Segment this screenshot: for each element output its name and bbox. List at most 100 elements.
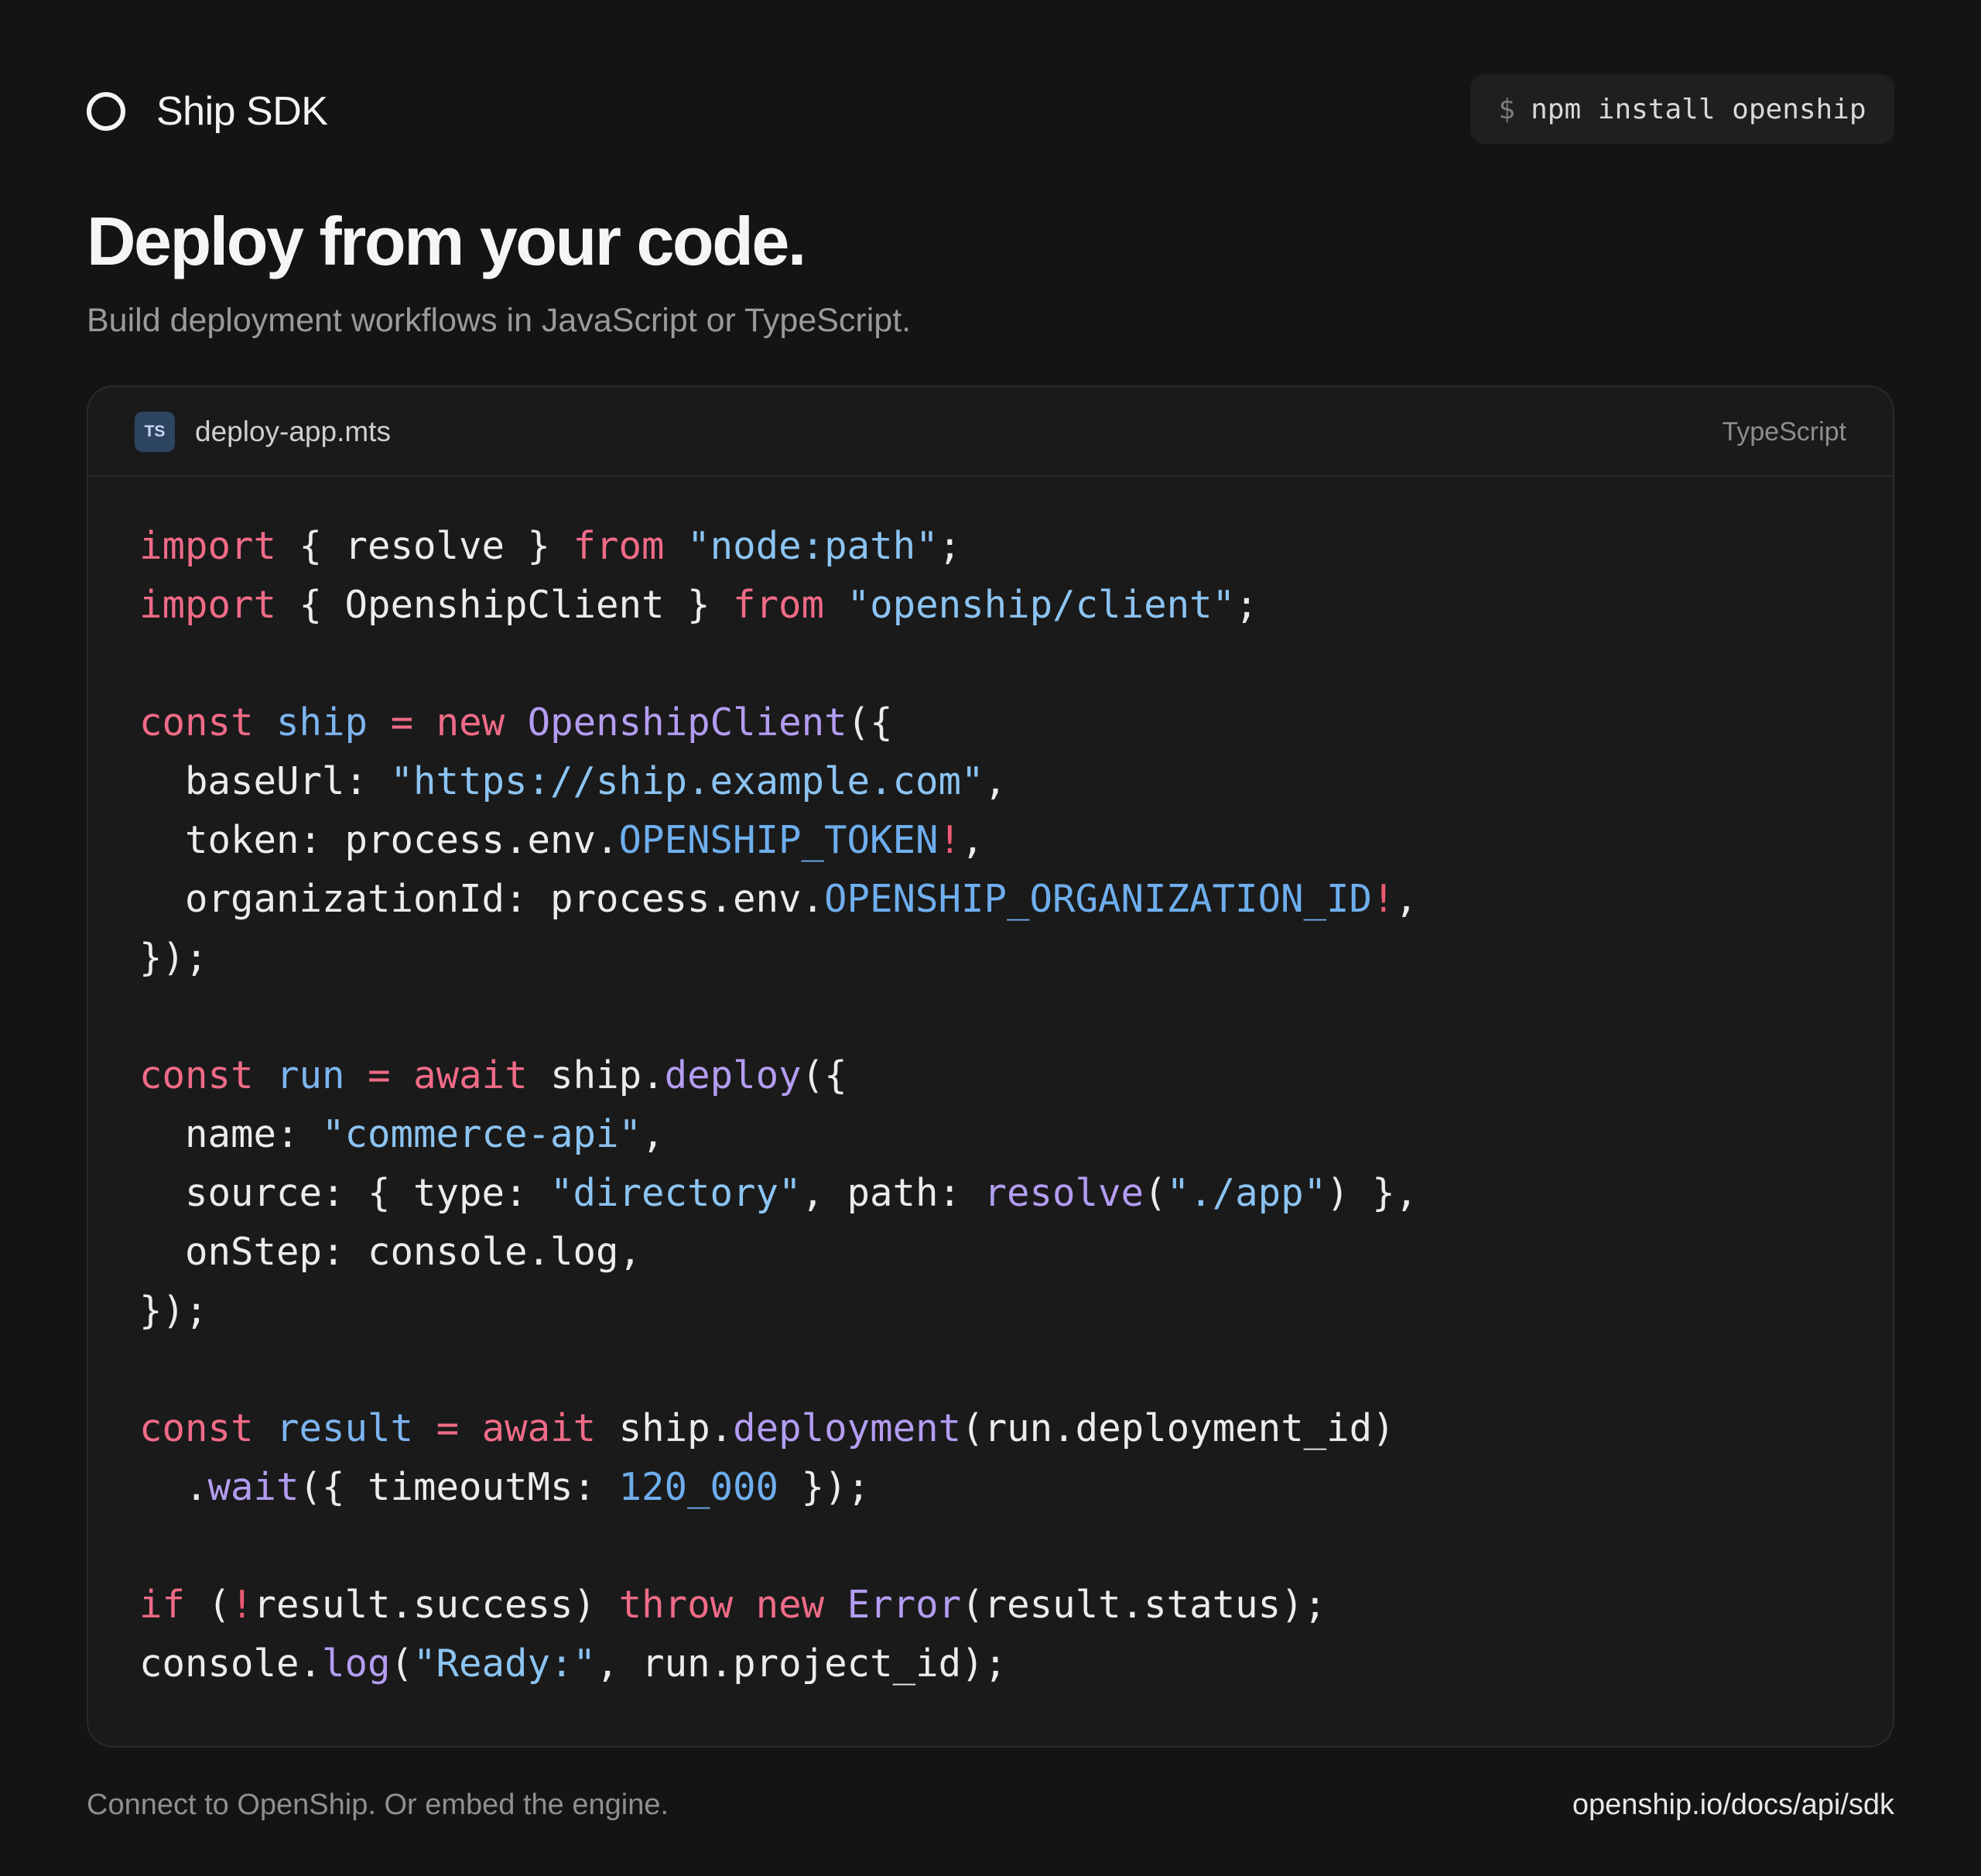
code-token: name: bbox=[139, 1112, 323, 1156]
code-token: }); bbox=[139, 936, 208, 980]
code-token: run bbox=[276, 1053, 345, 1097]
code-line: organizationId: process.env.OPENSHIP_ORG… bbox=[139, 870, 1418, 929]
code-token: "openship/client" bbox=[847, 583, 1236, 627]
code-token: "directory" bbox=[550, 1171, 802, 1215]
code-line: name: "commerce-api", bbox=[139, 1105, 1418, 1164]
code-block: import { resolve } from "node:path"; impo… bbox=[139, 517, 1418, 1693]
code-token: organizationId: process.env. bbox=[139, 877, 825, 921]
install-command: npm install openship bbox=[1531, 93, 1866, 125]
code-token: if bbox=[139, 1583, 186, 1627]
page-subtitle: Build deployment workflows in JavaScript… bbox=[87, 302, 912, 339]
code-line: .wait({ timeoutMs: 120_000 }); bbox=[139, 1458, 1418, 1517]
code-card: TS deploy-app.mts TypeScript import { re… bbox=[87, 385, 1894, 1748]
code-token: OpenshipClient bbox=[527, 700, 847, 745]
code-token: , bbox=[1394, 877, 1418, 921]
code-token: , bbox=[642, 1112, 665, 1156]
code-token: }); bbox=[139, 1289, 208, 1333]
language-label: TypeScript bbox=[1722, 417, 1846, 447]
code-token: "Ready:" bbox=[413, 1642, 597, 1686]
code-line: token: process.env.OPENSHIP_TOKEN!, bbox=[139, 811, 1418, 870]
code-card-header: TS deploy-app.mts TypeScript bbox=[88, 387, 1893, 477]
code-token: ({ bbox=[801, 1053, 847, 1097]
code-token: = bbox=[436, 1406, 460, 1450]
code-token: , run.project_id); bbox=[596, 1642, 1008, 1686]
code-token: ! bbox=[231, 1583, 254, 1627]
file-name: deploy-app.mts bbox=[195, 416, 391, 447]
code-token: ) }, bbox=[1326, 1171, 1418, 1215]
code-token: ({ timeoutMs: bbox=[299, 1465, 619, 1509]
code-token: from bbox=[733, 583, 825, 627]
code-token: ( bbox=[1144, 1171, 1167, 1215]
brand[interactable]: Ship SDK bbox=[87, 87, 328, 136]
code-token: const bbox=[139, 1406, 254, 1450]
code-token: import bbox=[139, 583, 277, 627]
code-token: "node:path" bbox=[687, 524, 939, 568]
code-token: ship. bbox=[527, 1053, 665, 1097]
code-token: (run.deployment_id) bbox=[961, 1406, 1395, 1450]
code-token: (result.status); bbox=[961, 1583, 1327, 1627]
code-line: console.log("Ready:", run.project_id); bbox=[139, 1635, 1418, 1693]
code-token: result bbox=[276, 1406, 414, 1450]
code-line: const run = await ship.deploy({ bbox=[139, 1046, 1418, 1105]
code-line: if (!result.success) throw new Error(res… bbox=[139, 1576, 1418, 1635]
code-token: token: process.env. bbox=[139, 818, 619, 862]
code-token: import bbox=[139, 524, 277, 568]
code-token: from bbox=[573, 524, 665, 568]
code-token: , path: bbox=[801, 1171, 984, 1215]
code-token: ( bbox=[185, 1583, 231, 1627]
code-token: ; bbox=[1235, 583, 1258, 627]
code-token: 120_000 bbox=[618, 1465, 779, 1509]
code-token: = bbox=[368, 1053, 391, 1097]
brand-name: Ship SDK bbox=[156, 89, 328, 134]
code-line: import { OpenshipClient } from "openship… bbox=[139, 576, 1418, 635]
code-token: await bbox=[481, 1406, 597, 1450]
code-token: deployment bbox=[733, 1406, 962, 1450]
code-token: new bbox=[755, 1583, 825, 1627]
code-token: OPENSHIP_TOKEN bbox=[618, 818, 939, 862]
install-command-pill[interactable]: $ npm install openship bbox=[1470, 74, 1894, 144]
page-title: Deploy from your code. bbox=[87, 203, 806, 279]
code-line: }); bbox=[139, 929, 1418, 988]
code-line: }); bbox=[139, 1282, 1418, 1340]
code-token: const bbox=[139, 700, 254, 745]
code-token: ! bbox=[938, 818, 962, 862]
code-token: Error bbox=[847, 1583, 962, 1627]
code-token: baseUrl: bbox=[139, 759, 391, 803]
code-token: ship bbox=[276, 700, 368, 745]
code-token: "https://ship.example.com" bbox=[390, 759, 984, 803]
code-token: OPENSHIP_ORGANIZATION_ID bbox=[824, 877, 1373, 921]
code-token: . bbox=[139, 1465, 208, 1509]
code-line: const ship = new OpenshipClient({ bbox=[139, 693, 1418, 752]
header: Ship SDK $ npm install openship bbox=[87, 74, 1894, 149]
code-token: ; bbox=[938, 524, 962, 568]
docs-link[interactable]: openship.io/docs/api/sdk bbox=[1572, 1783, 1894, 1826]
footer-tagline: Connect to OpenShip. Or embed the engine… bbox=[87, 1789, 669, 1821]
code-token: wait bbox=[207, 1465, 299, 1509]
code-token: onStep: console.log, bbox=[139, 1230, 642, 1274]
code-token: new bbox=[436, 700, 505, 745]
code-token: log bbox=[322, 1642, 391, 1686]
code-token: "commerce-api" bbox=[322, 1112, 642, 1156]
code-token: ( bbox=[390, 1642, 414, 1686]
code-line: onStep: console.log, bbox=[139, 1223, 1418, 1282]
code-token: "./app" bbox=[1166, 1171, 1327, 1215]
code-token: deploy bbox=[664, 1053, 802, 1097]
code-token: throw bbox=[618, 1583, 734, 1627]
code-token: console. bbox=[139, 1642, 323, 1686]
code-token: }); bbox=[778, 1465, 871, 1509]
code-token: result.success) bbox=[253, 1583, 619, 1627]
code-line: const result = await ship.deployment(run… bbox=[139, 1399, 1418, 1458]
